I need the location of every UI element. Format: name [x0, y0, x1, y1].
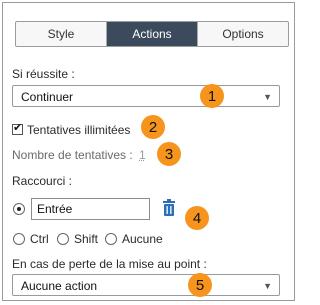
- focus-lost-value: Aucune action: [21, 279, 98, 293]
- attempts-count-label: Nombre de tentatives :: [12, 148, 133, 162]
- tab-bar: Style Actions Options: [15, 21, 289, 47]
- trash-icon[interactable]: [161, 199, 177, 217]
- on-success-label: Si réussite :: [12, 67, 75, 81]
- callout-badge-2: 2: [141, 115, 165, 139]
- modifier-none-label: Aucune: [122, 232, 163, 246]
- checkmark-icon: ✔: [13, 122, 23, 134]
- chevron-down-icon: ▼: [263, 281, 272, 291]
- modifier-shift-radio[interactable]: [57, 233, 69, 245]
- chevron-down-icon: ▼: [263, 92, 272, 102]
- focus-lost-label: En cas de perte de la mise au point :: [12, 257, 207, 271]
- callout-badge-1: 1: [200, 84, 224, 108]
- modifier-none-radio[interactable]: [105, 233, 117, 245]
- focus-lost-dropdown[interactable]: Aucune action ▼: [12, 274, 280, 296]
- unlimited-attempts-label: Tentatives illimitées: [27, 123, 131, 137]
- shortcut-label: Raccourci :: [12, 174, 73, 188]
- callout-badge-5: 5: [188, 273, 212, 297]
- unlimited-attempts-checkbox[interactable]: ✔: [12, 122, 23, 135]
- callout-badge-3: 3: [157, 142, 181, 166]
- on-success-dropdown[interactable]: Continuer ▼: [12, 85, 280, 107]
- tab-options[interactable]: Options: [198, 22, 288, 46]
- tab-actions[interactable]: Actions: [107, 22, 198, 46]
- on-success-value: Continuer: [21, 90, 74, 104]
- modifier-shift-label: Shift: [74, 232, 99, 246]
- callout-badge-4: 4: [185, 206, 209, 230]
- actions-panel: Style Actions Options Si réussite : Cont…: [2, 2, 295, 301]
- modifier-ctrl-label: Ctrl: [30, 232, 49, 246]
- tab-style[interactable]: Style: [16, 22, 107, 46]
- attempts-count-field[interactable]: 1: [139, 148, 146, 162]
- shortcut-key-radio[interactable]: [13, 203, 25, 215]
- modifier-ctrl-radio[interactable]: [13, 233, 25, 245]
- shortcut-key-input[interactable]: Entrée: [31, 198, 150, 220]
